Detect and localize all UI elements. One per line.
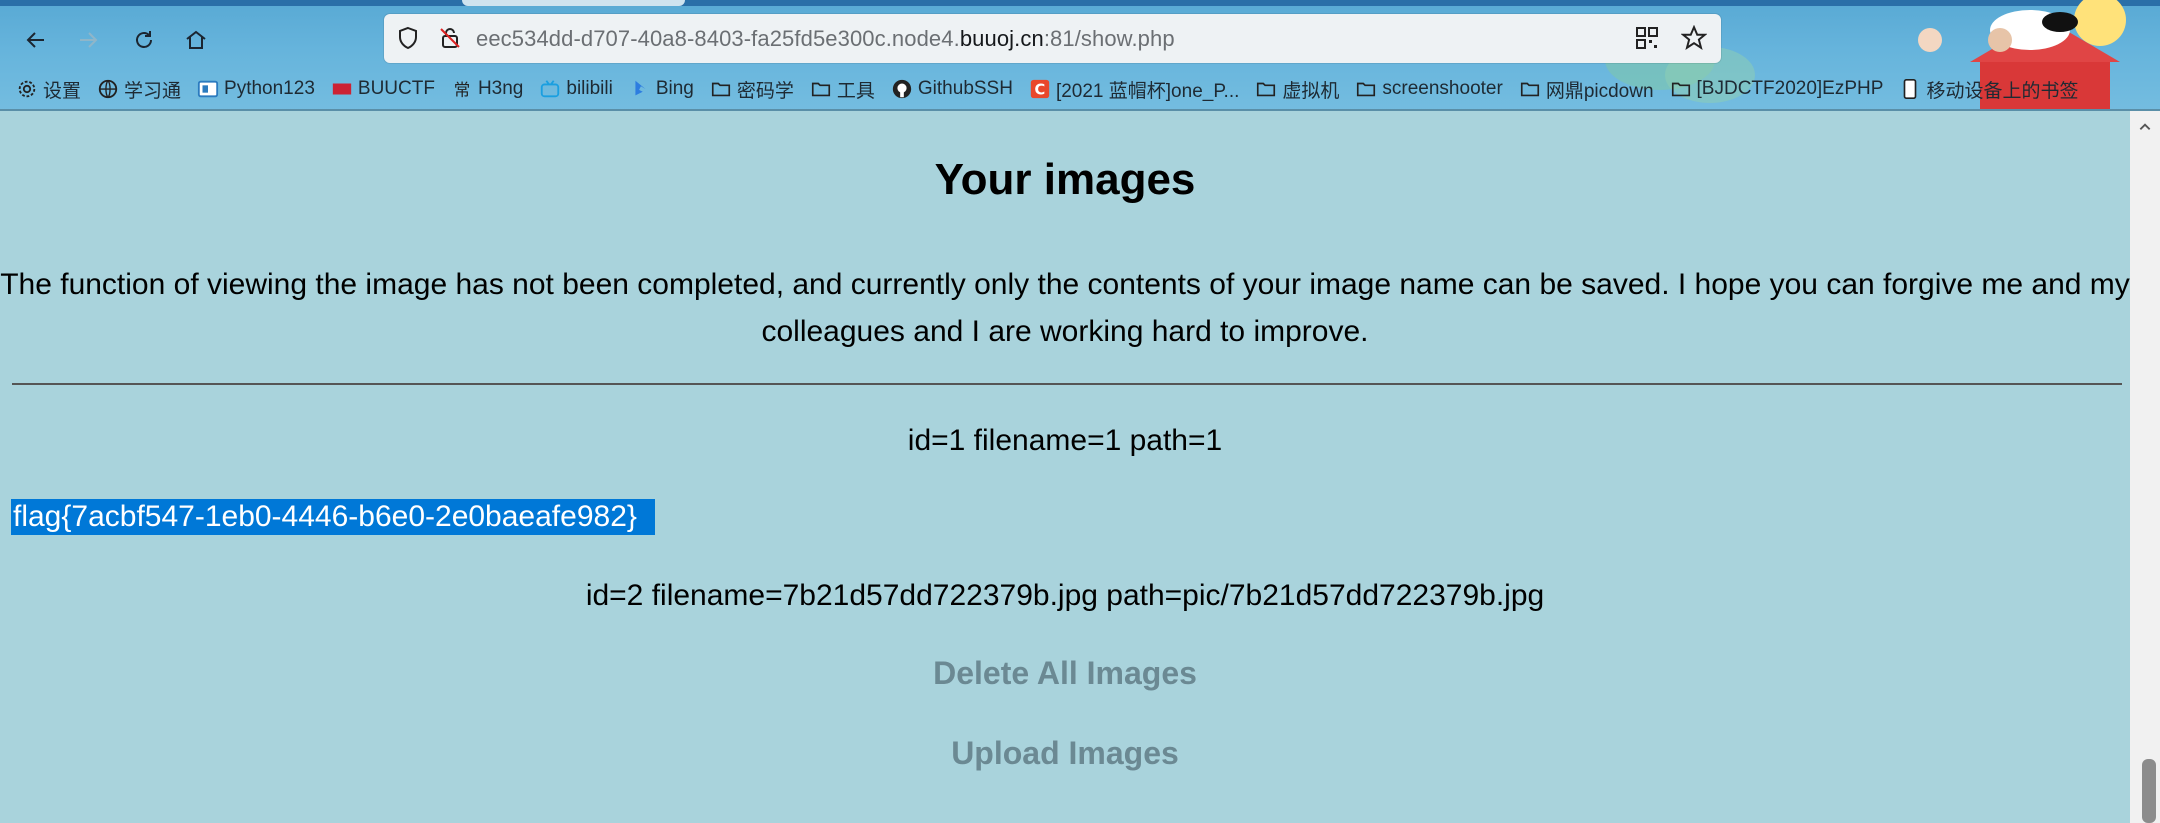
bookmarks-bar: 设置 学习通 Python123 BUUCTF 常 H3ng bilibili …: [0, 70, 2160, 108]
bookmark-mobile[interactable]: 移动设备上的书签: [1892, 72, 2087, 106]
bookmark-folder-picdown[interactable]: 网鼎picdown: [1512, 72, 1663, 106]
svg-text:C: C: [1034, 82, 1045, 99]
url-text[interactable]: eec534dd-d707-40a8-8403-fa25fd5e300c.nod…: [476, 26, 1175, 52]
bookmark-folder-screenshooter[interactable]: screenshooter: [1348, 72, 1511, 106]
back-button[interactable]: [16, 20, 56, 60]
csdn-icon: C: [1029, 78, 1051, 100]
bookmark-csdn-article[interactable]: C [2021 蓝帽杯]one_P...: [1022, 72, 1248, 106]
browser-toolbar: eec534dd-d707-40a8-8403-fa25fd5e300c.nod…: [0, 0, 2160, 111]
bookmark-label: [BJDCTF2020]EzPHP: [1696, 78, 1884, 99]
globe-icon: [97, 78, 119, 100]
bookmark-label: screenshooter: [1382, 78, 1503, 99]
bookmark-label: H3ng: [477, 78, 524, 99]
arrow-left-icon: [26, 32, 44, 48]
bookmark-folder-vm[interactable]: 虚拟机: [1248, 72, 1348, 106]
vertical-scrollbar[interactable]: [2130, 111, 2160, 823]
bookmark-label: 工具: [836, 80, 875, 102]
scroll-thumb[interactable]: [2142, 759, 2156, 823]
bookmark-label: Python123: [224, 78, 315, 99]
bookmark-label: 设置: [43, 80, 82, 102]
url-suffix: :81/show.php: [1043, 26, 1175, 51]
bookmark-bing[interactable]: Bing: [622, 72, 703, 106]
tab-strip: [0, 0, 2160, 6]
qr-code-icon[interactable]: [1635, 26, 1659, 50]
home-icon: [186, 30, 206, 49]
scroll-up-arrow-icon[interactable]: [2135, 117, 2155, 137]
bookmark-label: [2021 蓝帽杯]one_P...: [1055, 80, 1240, 102]
gear-icon: [16, 78, 38, 100]
bookmark-settings[interactable]: 设置: [0, 72, 90, 106]
address-bar[interactable]: eec534dd-d707-40a8-8403-fa25fd5e300c.nod…: [384, 14, 1721, 63]
intro-paragraph: The function of viewing the image has no…: [0, 268, 2130, 348]
bookmark-label: 密码学: [736, 80, 794, 102]
bookmark-bilibili[interactable]: bilibili: [532, 72, 621, 106]
folder-icon: [1355, 78, 1377, 100]
bookmark-label: bilibili: [566, 78, 613, 99]
page-title: Your images: [934, 155, 1196, 204]
arrow-right-icon: [80, 32, 98, 48]
mobile-icon: [1899, 78, 1921, 100]
url-domain: buuoj.cn: [959, 26, 1044, 51]
bookmark-githubssh[interactable]: GithubSSH: [884, 72, 1022, 106]
divider: [12, 383, 2122, 385]
folder-icon: [1670, 78, 1692, 100]
github-icon: [891, 78, 913, 100]
forward-button[interactable]: [68, 20, 108, 60]
bookmark-label: Bing: [655, 78, 694, 99]
url-prefix: eec534dd-d707-40a8-8403-fa25fd5e300c.nod…: [476, 26, 960, 51]
bookmark-label: 虚拟机: [1282, 80, 1340, 102]
insecure-lock-icon[interactable]: [438, 26, 462, 50]
page-content: Your images The function of viewing the …: [0, 111, 2130, 823]
folder-icon: [810, 78, 832, 100]
bookmark-h3ng[interactable]: 常 H3ng: [444, 72, 532, 106]
bookmark-label: 移动设备上的书签: [1926, 80, 2079, 102]
folder-icon: [1255, 78, 1277, 100]
bookmark-xuexitong[interactable]: 学习通: [90, 72, 190, 106]
bing-icon: [629, 78, 651, 100]
bookmark-star-icon[interactable]: [1681, 25, 1707, 51]
bookmark-buuctf[interactable]: BUUCTF: [324, 72, 444, 106]
buuctf-icon: [331, 78, 353, 100]
image-record-1: id=1 filename=1 path=1: [907, 424, 1223, 457]
bilibili-icon: [539, 78, 561, 100]
bookmark-python123[interactable]: Python123: [190, 72, 324, 106]
upload-images-link[interactable]: Upload Images: [0, 734, 2130, 772]
home-button[interactable]: [176, 20, 216, 60]
folder-icon: [710, 78, 732, 100]
python123-icon: [197, 78, 219, 100]
bookmark-label: 网鼎picdown: [1545, 80, 1654, 102]
delete-all-images-link[interactable]: Delete All Images: [0, 654, 2130, 692]
svg-text:常: 常: [454, 80, 471, 99]
bookmark-folder-ezphp[interactable]: [BJDCTF2020]EzPHP: [1663, 72, 1893, 106]
bookmark-label: 学习通: [124, 80, 182, 102]
shield-icon[interactable]: [396, 26, 420, 50]
folder-icon: [1519, 78, 1541, 100]
image-record-2: id=2 filename=7b21d57dd722379b.jpg path=…: [585, 579, 1545, 612]
bookmark-folder-crypto[interactable]: 密码学: [703, 72, 803, 106]
bookmark-folder-tools[interactable]: 工具: [803, 72, 884, 106]
bookmark-label: BUUCTF: [357, 78, 435, 99]
active-tab[interactable]: [462, 0, 685, 6]
flag-text-selected[interactable]: flag{7acbf547-1eb0-4446-b6e0-2e0baeafe98…: [11, 499, 655, 535]
bookmark-label: GithubSSH: [917, 78, 1013, 99]
reload-icon: [136, 31, 152, 48]
reload-button[interactable]: [124, 20, 164, 60]
h3ng-icon: 常: [451, 78, 473, 100]
